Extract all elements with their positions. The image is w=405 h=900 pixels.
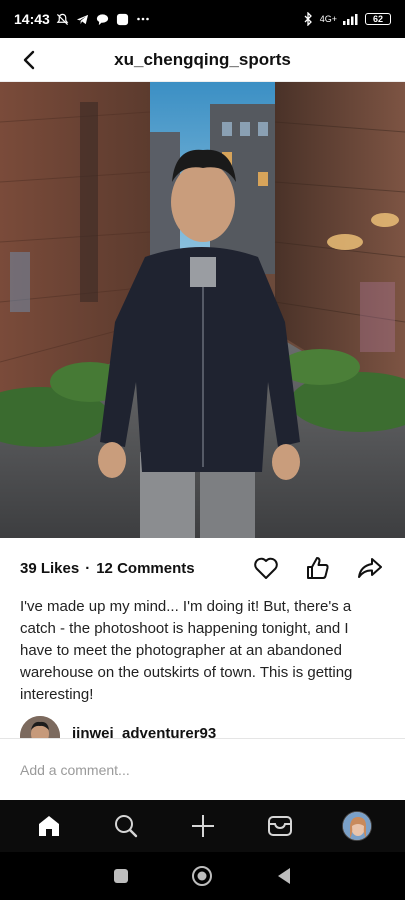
comments-count[interactable]: 12 Comments [96,560,194,577]
plus-icon [191,815,214,837]
network-type: 4G+ [319,14,337,24]
comment-input[interactable] [20,761,385,778]
signal-icon [342,12,360,26]
commenter-avatar[interactable] [20,716,60,738]
nav-home[interactable] [29,806,69,846]
system-nav [0,852,405,900]
nav-search[interactable] [106,806,146,846]
nav-inbox[interactable] [260,806,300,846]
thumbs-up-button[interactable] [303,553,333,583]
more-dots-icon [136,12,150,26]
back-triangle-icon [278,868,291,884]
thumbs-up-icon [307,557,329,579]
likes-count[interactable]: 39 Likes [20,560,79,577]
comment-preview[interactable]: jinwei_adventurer93 [20,716,390,738]
bottom-nav [0,800,405,852]
search-icon [114,815,137,838]
battery-icon: 62 [365,13,391,25]
post-caption: I've made up my mind... I'm doing it! Bu… [20,598,353,703]
telegram-icon [76,12,90,26]
like-button[interactable] [251,553,281,583]
engagement-counts: 39 Likes · 12 Comments [20,560,195,577]
profile-avatar [341,811,372,841]
back-button[interactable] [8,38,52,82]
post-photo[interactable] [0,82,405,538]
recents-button[interactable] [103,858,139,894]
bluetooth-icon [301,12,315,26]
separator-dot: · [85,559,91,577]
commenter-username[interactable]: jinwei_adventurer93 [72,725,216,738]
nav-create[interactable] [183,806,223,846]
nav-profile[interactable] [337,806,377,846]
share-icon [358,558,382,578]
back-system-button[interactable] [266,858,302,894]
mute-icon [56,12,70,26]
home-system-button[interactable] [184,858,220,894]
page-title: xu_chengqing_sports [114,49,291,69]
heart-icon [254,557,278,579]
home-icon [38,816,59,836]
action-icons [251,553,385,583]
share-button[interactable] [355,553,385,583]
inbox-icon [267,816,292,836]
status-right: 4G+ 62 [301,12,391,26]
back-arrow-icon [23,50,35,69]
post-actions: 39 Likes · 12 Comments [0,548,405,588]
home-circle-icon [192,866,213,886]
app-icon [116,12,130,26]
status-left: 14:43 [14,11,150,27]
recents-square-icon [113,869,128,883]
status-time: 14:43 [14,11,50,27]
add-comment-bar [0,738,405,800]
status-bar: 14:43 4G+ 62 [0,0,405,38]
post-header: xu_chengqing_sports [0,38,405,82]
chat-icon [96,12,110,26]
